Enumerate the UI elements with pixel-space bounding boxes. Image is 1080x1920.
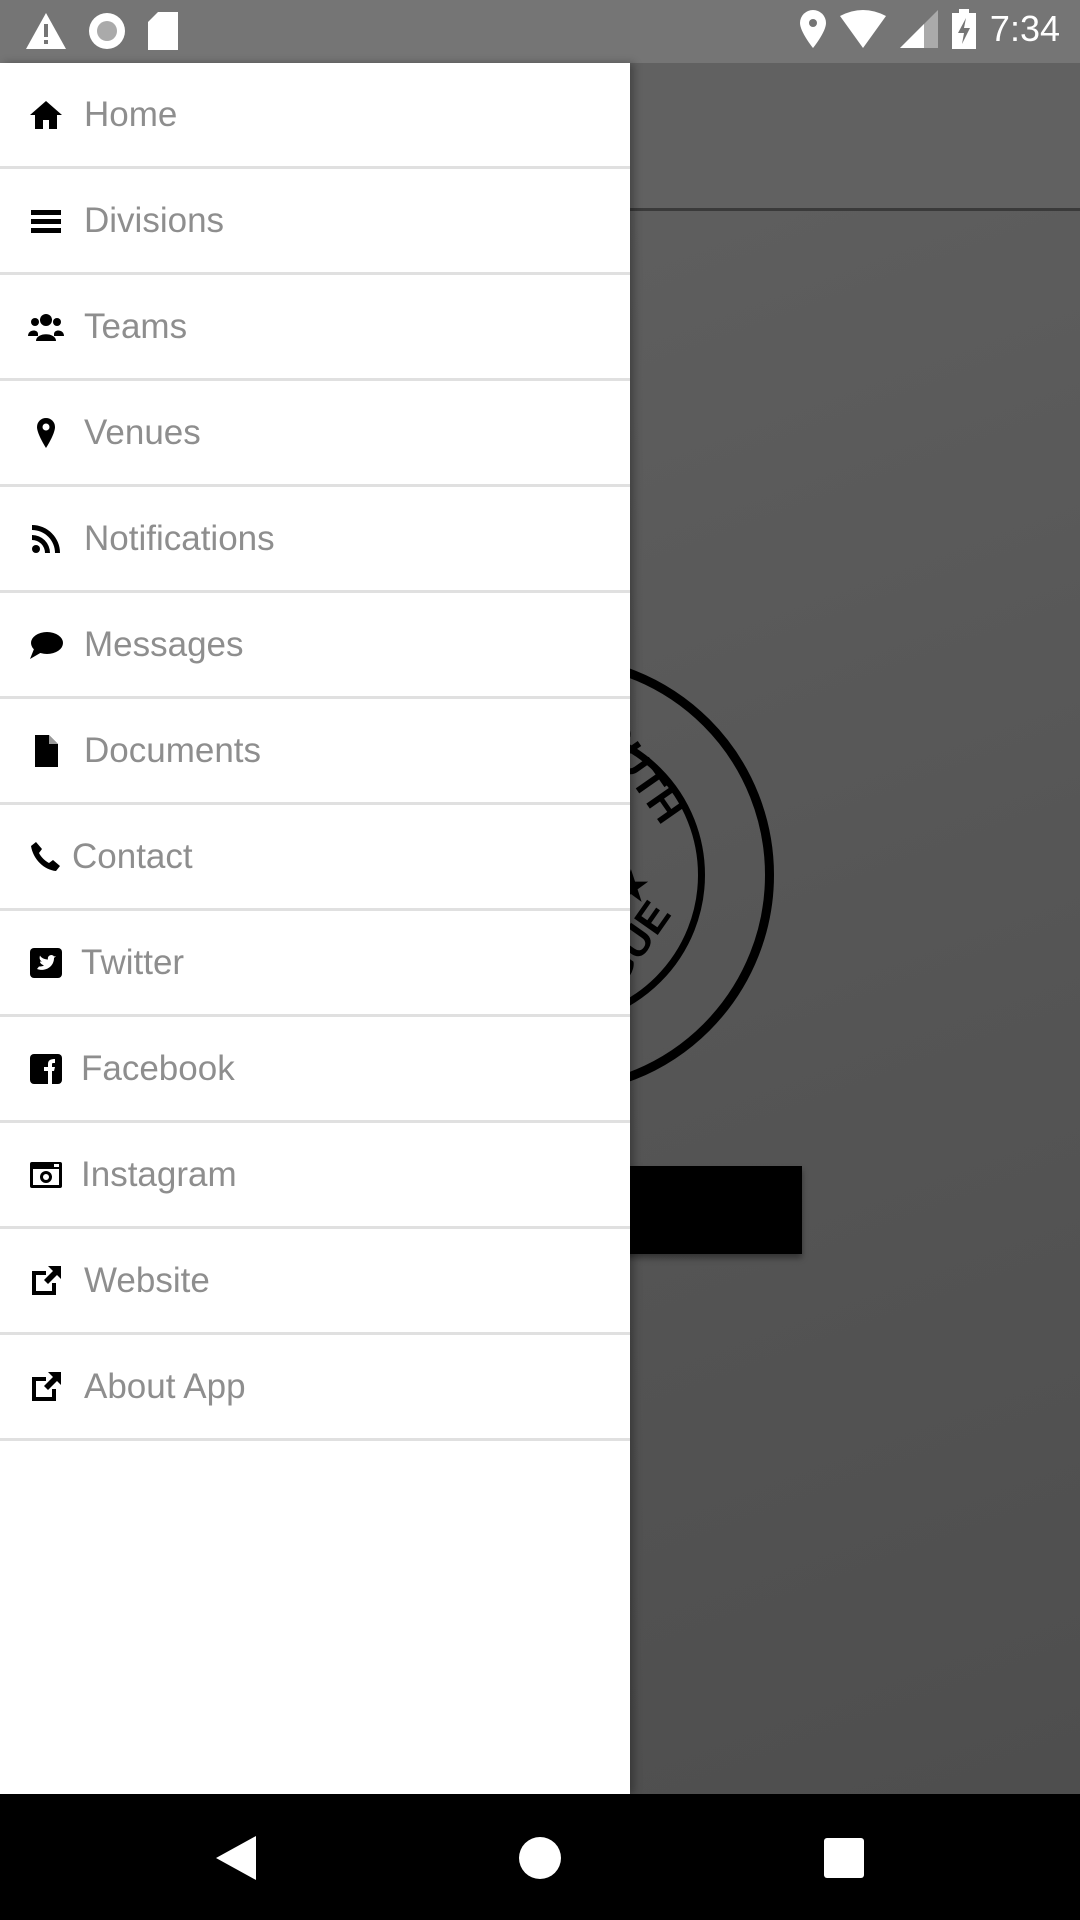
external-link-icon: [28, 1263, 64, 1299]
recents-button[interactable]: [824, 1838, 864, 1883]
comment-icon: [28, 627, 64, 663]
system-nav-bar: [0, 1794, 1080, 1920]
clock: 7:34: [989, 8, 1060, 49]
drawer-item-contact[interactable]: Contact: [0, 805, 630, 911]
drawer-item-instagram[interactable]: Instagram: [0, 1123, 630, 1229]
drawer-item-messages[interactable]: Messages: [0, 593, 630, 699]
drawer-item-facebook[interactable]: Facebook: [0, 1017, 630, 1123]
rss-icon: [28, 521, 64, 557]
drawer-item-label: Venues: [84, 412, 201, 452]
drawer-item-label: Documents: [84, 730, 262, 770]
instagram-icon: [28, 1157, 64, 1193]
phone-icon: [28, 839, 64, 875]
drawer-item-divisions[interactable]: Divisions: [0, 169, 630, 275]
drawer-item-label: Notifications: [84, 518, 275, 558]
drawer-item-label: Twitter: [81, 942, 185, 982]
status-bar: 7:34: [0, 0, 1080, 63]
external-link-icon: [28, 1369, 64, 1405]
back-button[interactable]: [216, 1836, 256, 1885]
drawer-item-about-app[interactable]: About App: [0, 1335, 630, 1441]
file-icon: [28, 733, 64, 769]
signal-icon: [899, 10, 938, 48]
home-circle-icon: [519, 1837, 561, 1879]
navigation-drawer: Home Divisions Teams Venues Notifications Mes…: [0, 63, 630, 1794]
drawer-item-label: Teams: [84, 306, 188, 346]
drawer-item-label: Home: [84, 94, 178, 134]
drawer-item-label: Instagram: [81, 1154, 237, 1194]
users-icon: [28, 309, 64, 345]
drawer-item-label: Website: [84, 1260, 210, 1300]
drawer-item-label: Divisions: [84, 200, 225, 240]
back-icon: [216, 1836, 256, 1880]
drawer-item-label: Facebook: [81, 1048, 235, 1088]
record-icon: [89, 13, 125, 49]
drawer-item-label: Messages: [84, 624, 244, 664]
home-icon: [28, 97, 64, 133]
drawer-item-notifications[interactable]: Notifications: [0, 487, 630, 593]
map-marker-icon: [28, 415, 64, 451]
drawer-item-label: About App: [84, 1366, 246, 1406]
drawer-item-label: Contact: [72, 836, 193, 876]
warning-icon: [26, 13, 66, 49]
twitter-icon: [28, 945, 64, 981]
drawer-item-venues[interactable]: Venues: [0, 381, 630, 487]
wifi-icon: [839, 10, 886, 48]
list-icon: [28, 203, 64, 239]
drawer-item-twitter[interactable]: Twitter: [0, 911, 630, 1017]
home-button[interactable]: [518, 1836, 562, 1885]
drawer-item-website[interactable]: Website: [0, 1229, 630, 1335]
drawer-item-documents[interactable]: Documents: [0, 699, 630, 805]
drawer-item-home[interactable]: Home: [0, 63, 630, 169]
facebook-icon: [28, 1051, 64, 1087]
location-icon: [799, 10, 826, 48]
recents-icon: [824, 1838, 864, 1878]
battery-charging-icon: [951, 9, 976, 49]
sd-card-icon: [148, 12, 178, 50]
drawer-item-teams[interactable]: Teams: [0, 275, 630, 381]
